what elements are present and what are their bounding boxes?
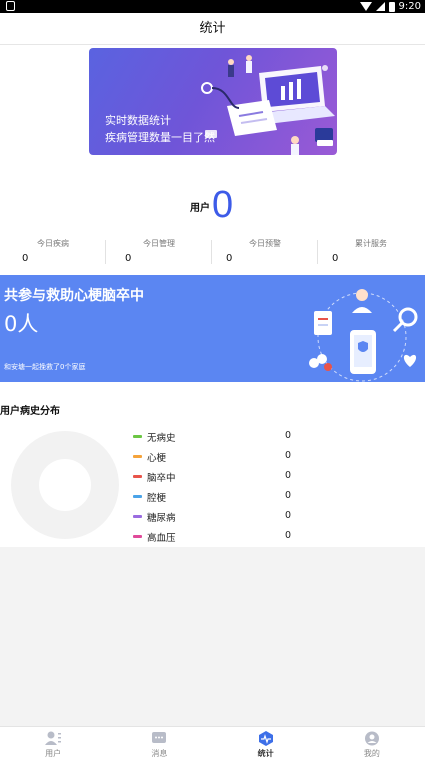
rescue-title: 共参与救助心梗脑卒中 [4, 288, 144, 304]
page-title: 统计 [0, 13, 425, 45]
message-icon [150, 731, 168, 746]
legend-value: 0 [285, 430, 292, 441]
legend-item: 脑卒中 0 [133, 468, 303, 488]
legend-name: 糖尿病 [147, 513, 176, 524]
distribution-title: 用户病史分布 [0, 406, 60, 417]
legend-item: 糖尿病 0 [133, 508, 303, 528]
user-count-value: 0 [212, 184, 234, 226]
legend-name: 无病史 [147, 433, 176, 444]
legend-swatch [133, 475, 142, 478]
stat-label: 今日预警 [249, 239, 281, 248]
legend-swatch [133, 435, 142, 438]
signal-icon [375, 2, 385, 11]
stats-icon [257, 731, 275, 746]
banner-line-1: 实时数据统计 [105, 114, 171, 127]
legend-swatch [133, 455, 142, 458]
rescue-count: 0人 [4, 312, 39, 336]
distribution-legend: 无病史 0 心梗 0 脑卒中 0 腔梗 0 糖尿病 0 高血压 0 [133, 428, 303, 548]
tab-label: 消息 [151, 749, 168, 758]
rescue-subtitle: 和安塘一起挽救了0个家庭 [4, 363, 86, 371]
profile-icon [363, 731, 381, 746]
banner[interactable]: 实时数据统计 疾病管理数量一目了然 [89, 48, 337, 155]
legend-item: 腔梗 0 [133, 488, 303, 508]
legend-name: 腔梗 [147, 493, 167, 504]
donut-hole [39, 459, 91, 511]
tab-message[interactable]: 消息 [106, 727, 212, 761]
user-count-label: 用户 [190, 203, 210, 214]
user-count: 用户 0 [0, 183, 425, 233]
status-bar: 9:20 [0, 0, 425, 13]
stat-today-disease: 今日疾病 0 [0, 236, 106, 272]
stat-total-service: 累计服务 0 [318, 236, 424, 272]
legend-value: 0 [285, 450, 292, 461]
stat-value: 0 [125, 253, 132, 264]
tab-user[interactable]: 用户 [0, 727, 106, 761]
legend-swatch [133, 515, 142, 518]
stat-value: 0 [332, 253, 339, 264]
tab-label: 用户 [45, 749, 62, 758]
legend-value: 0 [285, 510, 292, 521]
stats-content: 实时数据统计 疾病管理数量一目了然 用户 0 今日疾病 0 今日管理 0 今日预… [0, 45, 425, 547]
bottom-tab-bar: 用户 消息 统计 我的 [0, 726, 425, 761]
tab-profile[interactable]: 我的 [319, 727, 425, 761]
stat-label: 累计服务 [355, 239, 387, 248]
legend-value: 0 [285, 470, 292, 481]
legend-value: 0 [285, 490, 292, 501]
wifi-icon [359, 2, 372, 11]
stat-value: 0 [226, 253, 233, 264]
stat-value: 0 [22, 253, 29, 264]
battery-icon [388, 1, 395, 12]
legend-value: 0 [285, 530, 292, 541]
tab-stats[interactable]: 统计 [213, 727, 319, 761]
tab-label: 我的 [363, 749, 380, 758]
medical-illustration-icon [309, 289, 418, 382]
legend-item: 高血压 0 [133, 528, 303, 548]
stat-label: 今日疾病 [37, 239, 69, 248]
legend-swatch [133, 535, 142, 538]
legend-item: 无病史 0 [133, 428, 303, 448]
stat-today-managed: 今日管理 0 [106, 236, 212, 272]
daily-stats: 今日疾病 0 今日管理 0 今日预警 0 累计服务 0 [0, 236, 425, 272]
stat-today-warning: 今日预警 0 [212, 236, 318, 272]
tab-label: 统计 [257, 749, 274, 758]
notification-icon [6, 1, 15, 11]
legend-name: 脑卒中 [147, 473, 176, 484]
banner-line-2: 疾病管理数量一目了然 [105, 131, 215, 144]
legend-name: 高血压 [147, 533, 176, 544]
rescue-panel: 共参与救助心梗脑卒中 0人 和安塘一起挽救了0个家庭 [0, 275, 425, 382]
stat-label: 今日管理 [143, 239, 175, 248]
distribution-donut-chart [11, 431, 119, 539]
legend-name: 心梗 [147, 453, 167, 464]
legend-swatch [133, 495, 142, 498]
user-icon [44, 731, 62, 746]
legend-item: 心梗 0 [133, 448, 303, 468]
status-time: 9:20 [398, 1, 421, 12]
